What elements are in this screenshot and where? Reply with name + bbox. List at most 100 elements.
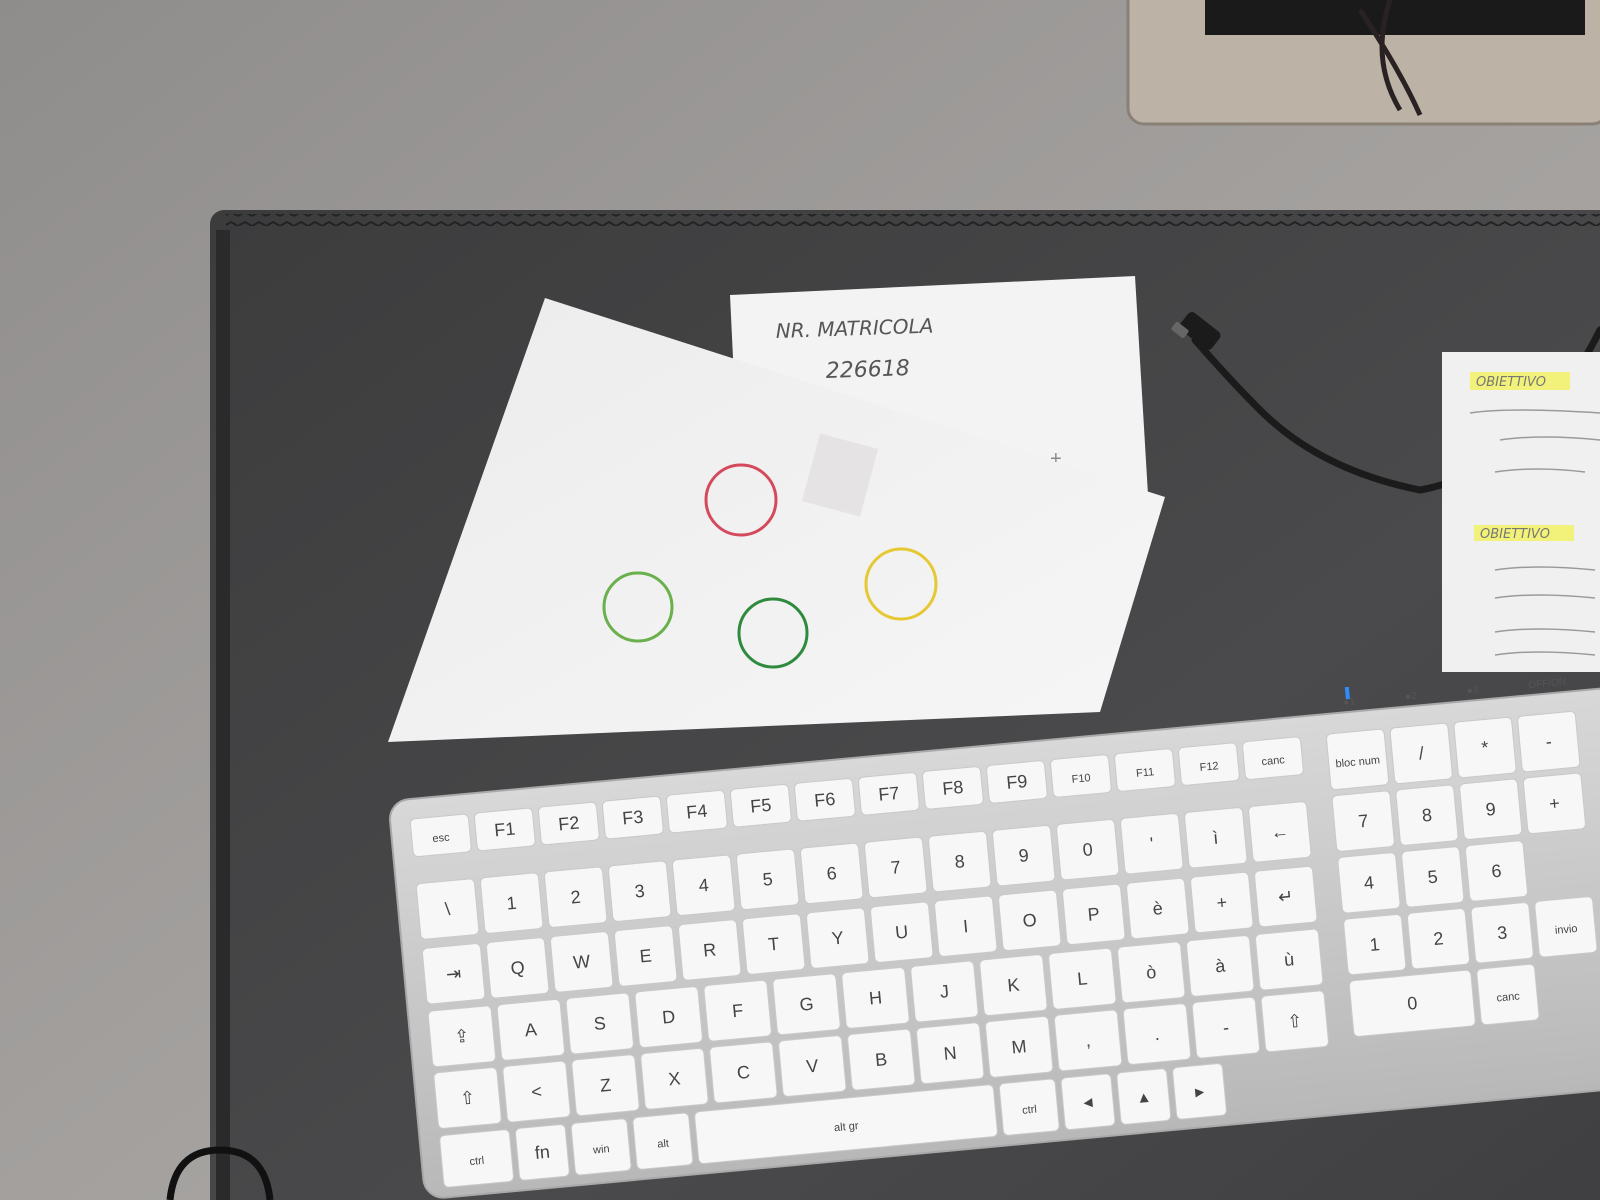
main-key[interactable]: F1 <box>473 807 536 852</box>
main-key[interactable]: è <box>1126 877 1190 940</box>
numpad-key[interactable]: 0 <box>1348 969 1476 1037</box>
main-key[interactable]: ì <box>1184 807 1248 869</box>
numpad-key[interactable]: 2 <box>1406 908 1470 970</box>
main-key[interactable]: ⇧ <box>1260 990 1329 1053</box>
main-key[interactable]: . <box>1122 1003 1192 1065</box>
main-key[interactable]: F4 <box>665 789 728 834</box>
main-key[interactable]: - <box>1191 996 1261 1059</box>
main-key[interactable]: F7 <box>858 772 920 816</box>
numpad-key[interactable]: - <box>1517 711 1581 773</box>
main-key[interactable]: fn <box>514 1124 570 1181</box>
main-key[interactable]: à <box>1186 935 1255 997</box>
main-key[interactable]: E <box>613 925 678 987</box>
main-key[interactable]: ↵ <box>1254 865 1318 928</box>
numpad-key[interactable]: bloc num <box>1326 728 1390 790</box>
main-key[interactable]: F10 <box>1050 754 1112 798</box>
main-key[interactable]: ⇥ <box>421 943 486 1005</box>
main-key[interactable]: Y <box>806 907 870 969</box>
main-key[interactable]: F3 <box>601 795 664 840</box>
key-label: F10 <box>1071 772 1091 786</box>
main-key[interactable]: K <box>979 954 1048 1016</box>
numpad-key[interactable]: 6 <box>1464 840 1528 902</box>
main-key[interactable]: F <box>703 979 772 1042</box>
main-key[interactable]: U <box>870 901 934 963</box>
main-key[interactable]: V <box>778 1035 847 1097</box>
main-key[interactable]: R <box>678 919 742 981</box>
main-key[interactable]: win <box>570 1118 632 1176</box>
main-key[interactable]: 0 <box>1056 819 1120 881</box>
numpad-key[interactable]: * <box>1453 716 1517 779</box>
main-key[interactable]: W <box>549 931 614 993</box>
numpad-key[interactable]: 3 <box>1470 902 1534 964</box>
main-key[interactable]: Z <box>571 1054 640 1117</box>
main-key[interactable]: F5 <box>730 784 792 828</box>
main-key[interactable]: + <box>1190 871 1254 934</box>
main-key[interactable]: ' <box>1120 813 1184 875</box>
main-key[interactable]: S <box>565 992 634 1055</box>
main-key[interactable]: D <box>634 986 703 1048</box>
main-key[interactable]: canc <box>1242 736 1304 780</box>
main-key[interactable]: M <box>984 1016 1054 1078</box>
main-key[interactable]: F9 <box>986 760 1048 804</box>
main-key[interactable]: ← <box>1248 801 1312 863</box>
main-key[interactable]: alt <box>632 1112 694 1170</box>
key-label: F5 <box>749 795 772 817</box>
key-label: fn <box>534 1142 551 1163</box>
main-key[interactable]: H <box>841 967 910 1029</box>
main-key[interactable]: O <box>998 889 1062 951</box>
main-key[interactable]: 2 <box>543 866 608 928</box>
numpad-key[interactable]: + <box>1522 772 1586 834</box>
main-key[interactable]: L <box>1048 947 1117 1010</box>
main-key[interactable]: F2 <box>537 801 600 846</box>
main-key[interactable]: Q <box>485 937 550 999</box>
main-key[interactable]: ctrl <box>998 1078 1060 1136</box>
key-label: 5 <box>1427 867 1439 888</box>
main-key[interactable]: ctrl <box>439 1129 514 1188</box>
numpad-key[interactable]: 5 <box>1401 846 1465 908</box>
main-key[interactable]: F8 <box>922 766 984 810</box>
numpad-key[interactable]: 7 <box>1331 790 1395 852</box>
numpad-key[interactable]: invio <box>1534 896 1598 958</box>
main-key[interactable]: \ <box>415 878 480 940</box>
numpad-key[interactable]: / <box>1389 722 1453 785</box>
main-key[interactable]: F11 <box>1114 748 1176 792</box>
main-key[interactable]: ▴ <box>1116 1068 1172 1125</box>
main-key[interactable]: 8 <box>928 830 992 893</box>
main-key[interactable]: F6 <box>794 778 856 822</box>
main-key[interactable]: esc <box>409 813 472 858</box>
main-key[interactable]: T <box>742 913 806 975</box>
main-key[interactable]: C <box>709 1041 778 1104</box>
numpad-key[interactable]: 4 <box>1337 852 1401 914</box>
numpad-key[interactable]: 1 <box>1343 913 1407 976</box>
numpad-key[interactable]: 9 <box>1459 778 1523 840</box>
main-key[interactable]: 1 <box>479 872 544 934</box>
main-key[interactable]: J <box>910 960 979 1023</box>
main-key[interactable]: 6 <box>800 842 864 905</box>
main-key[interactable]: G <box>772 973 841 1036</box>
main-key[interactable]: ù <box>1254 928 1324 991</box>
main-key[interactable]: B <box>847 1028 916 1091</box>
main-key[interactable]: 4 <box>671 854 736 916</box>
main-key[interactable]: ò <box>1117 941 1186 1004</box>
main-key[interactable]: ▸ <box>1172 1063 1227 1120</box>
main-key[interactable]: A <box>496 999 565 1061</box>
main-key[interactable]: 9 <box>992 824 1056 887</box>
main-key[interactable]: < <box>502 1060 571 1123</box>
main-key[interactable]: P <box>1062 883 1126 946</box>
key-label: ▸ <box>1194 1081 1205 1102</box>
main-key[interactable]: F12 <box>1178 742 1240 786</box>
key-label: U <box>894 922 909 943</box>
main-key[interactable]: 5 <box>736 848 800 911</box>
main-key[interactable]: X <box>640 1047 709 1110</box>
main-key[interactable]: 7 <box>864 836 928 899</box>
main-key[interactable]: I <box>934 895 998 957</box>
main-key[interactable]: ⇪ <box>427 1005 497 1068</box>
key-label: alt <box>657 1138 670 1151</box>
main-key[interactable]: ◂ <box>1060 1073 1116 1130</box>
numpad-key[interactable]: canc <box>1476 963 1540 1026</box>
main-key[interactable]: N <box>916 1022 985 1085</box>
main-key[interactable]: ⇧ <box>433 1067 502 1129</box>
numpad-key[interactable]: 8 <box>1395 784 1459 846</box>
main-key[interactable]: 3 <box>607 860 672 922</box>
main-key[interactable]: , <box>1053 1009 1123 1072</box>
